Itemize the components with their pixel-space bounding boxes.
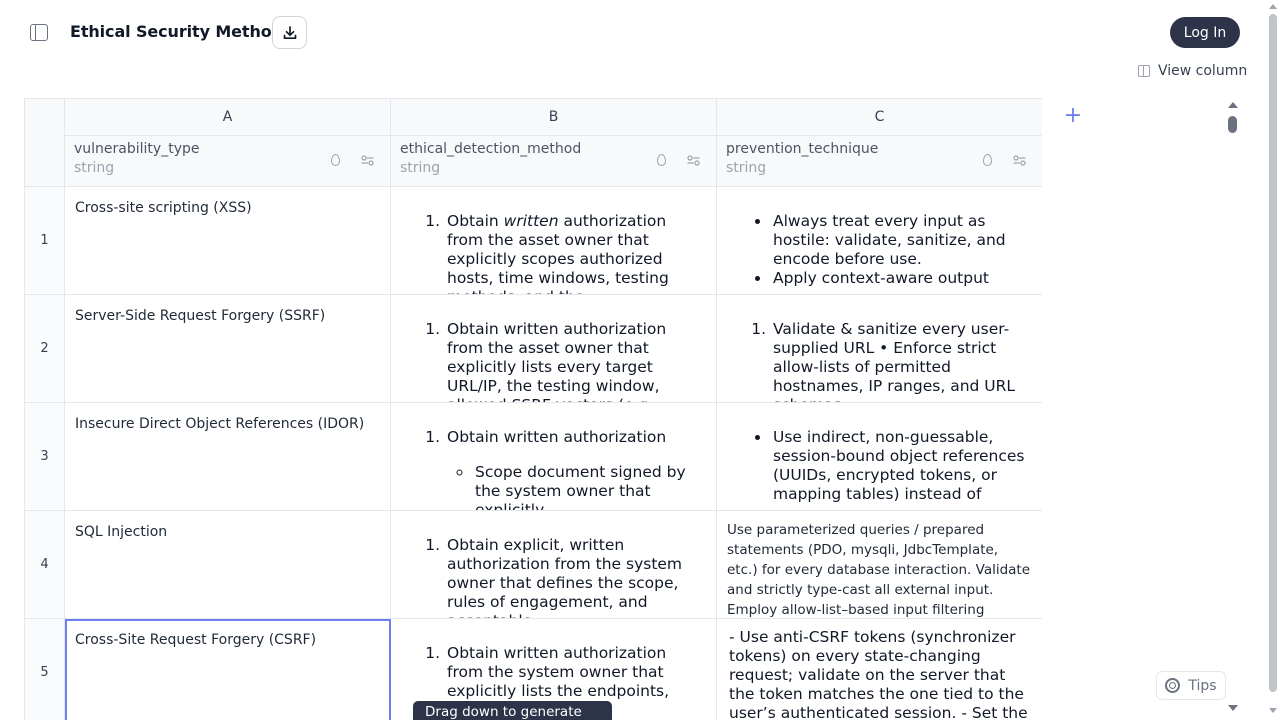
- row-number: 5: [25, 619, 65, 720]
- table-cell[interactable]: Obtain written authorization from the as…: [391, 187, 717, 295]
- row-number: 2: [25, 295, 65, 403]
- top-bar: Ethical Security Methods Log In: [0, 0, 1280, 64]
- scroll-up-arrow-icon[interactable]: [1228, 102, 1238, 108]
- tips-label: Tips: [1188, 677, 1217, 694]
- add-column-button[interactable]: +: [1063, 105, 1083, 127]
- page-title: Ethical Security Methods: [70, 22, 293, 41]
- cell-text: Obtain written authorization: [447, 428, 667, 446]
- grid-scrollbar[interactable]: [1226, 100, 1240, 718]
- table-cell[interactable]: Cross-site scripting (XSS): [65, 187, 391, 295]
- drop-icon[interactable]: [331, 154, 340, 166]
- page-scrollbar[interactable]: [1267, 0, 1280, 720]
- row-number: 4: [25, 511, 65, 619]
- list-item: Obtain explicit, written authorization f…: [445, 536, 704, 618]
- drag-tooltip: Drag down to generate cells: [413, 701, 612, 720]
- list-item: Obtain written authorization Scope docum…: [445, 428, 704, 510]
- view-column-label: View column: [1158, 63, 1248, 79]
- row-number: 3: [25, 403, 65, 511]
- list-item: Use indirect, non-guessable, session-bou…: [771, 428, 1030, 504]
- scroll-down-arrow-icon[interactable]: [1228, 705, 1238, 711]
- list-item: Obtain written authorization from the as…: [445, 320, 704, 402]
- drop-icon[interactable]: [657, 154, 666, 166]
- page-scroll-thumb[interactable]: [1269, 14, 1277, 692]
- column-letter-a[interactable]: A: [65, 99, 391, 136]
- sidebar-toggle-icon[interactable]: [30, 24, 48, 41]
- list-item: Apply context-aware output: [771, 269, 1030, 288]
- page-scroll-up-icon[interactable]: [1269, 4, 1277, 9]
- settings-sliders-icon[interactable]: [1013, 155, 1026, 166]
- data-grid: A B C vulnerability_type string ethical_…: [24, 98, 1042, 720]
- column-header-vulnerability-type[interactable]: vulnerability_type string: [65, 136, 391, 187]
- table-cell[interactable]: Use parameterized queries / prepared sta…: [717, 511, 1042, 619]
- lifebuoy-icon: [1165, 678, 1181, 693]
- column-letter-b[interactable]: B: [391, 99, 717, 136]
- table-cell[interactable]: Use indirect, non-guessable, session-bou…: [717, 403, 1042, 511]
- settings-sliders-icon[interactable]: [687, 155, 700, 166]
- list-item: Always treat every input as hostile: val…: [771, 212, 1030, 269]
- list-item: Obtain written authorization from the as…: [445, 212, 704, 294]
- page-scroll-down-icon[interactable]: [1269, 708, 1277, 713]
- scroll-thumb[interactable]: [1228, 116, 1237, 133]
- tips-button[interactable]: Tips: [1156, 671, 1226, 700]
- drop-icon[interactable]: [983, 154, 992, 166]
- table-cell[interactable]: Obtain explicit, written authorization f…: [391, 511, 717, 619]
- download-icon: [283, 25, 296, 39]
- table-cell[interactable]: Always treat every input as hostile: val…: [717, 187, 1042, 295]
- column-letter-c[interactable]: C: [717, 99, 1042, 136]
- table-cell-selected[interactable]: Cross-Site Request Forgery (CSRF): [65, 619, 391, 720]
- table-cell[interactable]: Obtain written authorization from the as…: [391, 295, 717, 403]
- sub-list-item: Scope document signed by the system owne…: [473, 463, 704, 510]
- table-cell[interactable]: Obtain written authorization Scope docum…: [391, 403, 717, 511]
- table-cell[interactable]: SQL Injection: [65, 511, 391, 619]
- table-cell[interactable]: - Use anti-CSRF tokens (synchronizer tok…: [717, 619, 1042, 720]
- table-cell[interactable]: Insecure Direct Object References (IDOR): [65, 403, 391, 511]
- list-item: Validate & sanitize every user-supplied …: [771, 320, 1030, 402]
- view-column-toggle[interactable]: View column: [1138, 62, 1247, 80]
- row-number: 1: [25, 187, 65, 295]
- settings-sliders-icon[interactable]: [361, 155, 374, 166]
- cell-text-emphasis: written: [503, 212, 559, 230]
- cell-text: Obtain: [447, 212, 504, 230]
- table-cell[interactable]: Validate & sanitize every user-supplied …: [717, 295, 1042, 403]
- login-button[interactable]: Log In: [1170, 17, 1240, 48]
- column-header-prevention-technique[interactable]: prevention_technique string: [717, 136, 1042, 187]
- grid-corner: [25, 99, 65, 187]
- download-button[interactable]: [272, 16, 307, 49]
- table-cell[interactable]: Server-Side Request Forgery (SSRF): [65, 295, 391, 403]
- columns-icon: [1138, 65, 1150, 77]
- column-header-ethical-detection-method[interactable]: ethical_detection_method string: [391, 136, 717, 187]
